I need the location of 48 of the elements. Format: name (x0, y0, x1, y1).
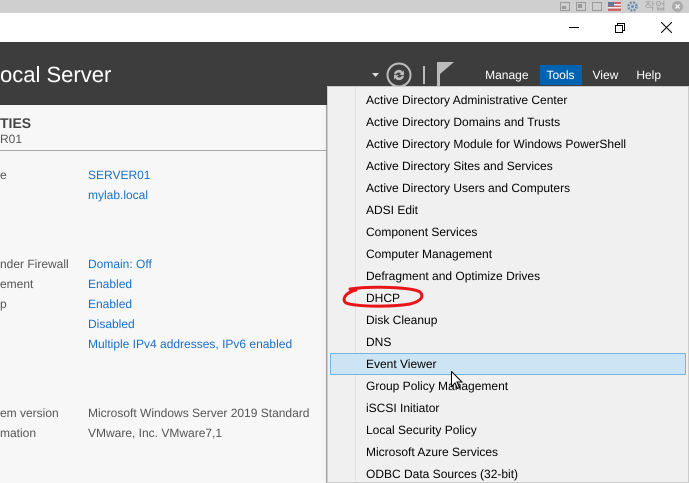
property-label: ement (0, 276, 34, 292)
restore-icon (615, 22, 625, 32)
property-value: VMware, Inc. VMware7,1 (88, 424, 222, 442)
property-value: Microsoft Windows Server 2019 Standard (88, 404, 310, 422)
property-link[interactable]: SERVER01 (88, 166, 150, 184)
section-heading: TIES (0, 114, 32, 132)
menu-item[interactable]: Local Security Policy (330, 419, 686, 441)
gear-icon[interactable] (627, 1, 638, 12)
menu-item[interactable]: Component Services (330, 221, 686, 243)
minimize-icon (569, 27, 579, 28)
server-name: R01 (0, 132, 24, 147)
property-link[interactable]: Domain: Off (88, 254, 152, 272)
property-label: em version (0, 404, 60, 422)
property-label: mation (0, 424, 38, 442)
menu-item[interactable]: Active Directory Domains and Trusts (330, 111, 686, 133)
property-label: p (0, 296, 8, 312)
flag-icon[interactable] (436, 62, 454, 88)
menu-item[interactable]: Tools (540, 64, 582, 84)
close-icon[interactable] (672, 1, 683, 12)
menu-item[interactable]: Active Directory Users and Computers (330, 177, 686, 199)
menu-item[interactable]: ODBC Data Sources (32-bit) (330, 463, 686, 483)
property-link[interactable]: Multiple IPv4 addresses, IPv6 enabled (88, 334, 292, 352)
property-link[interactable]: Enabled (88, 274, 132, 292)
menu-item[interactable]: DNS (330, 331, 686, 353)
menu-item[interactable]: iSCSI Initiator (330, 397, 686, 419)
menu-item[interactable]: View (586, 64, 626, 84)
menu-item[interactable]: ADSI Edit (330, 199, 686, 221)
menu-item[interactable]: Event Viewer (330, 353, 686, 375)
property-link[interactable]: Enabled (88, 294, 132, 312)
menu-item[interactable]: Help (629, 64, 668, 84)
menu-item[interactable]: Active Directory Module for Windows PowerShell (330, 133, 686, 155)
flag-icon[interactable] (608, 2, 621, 11)
refresh-icon[interactable] (386, 62, 412, 88)
close-icon (660, 22, 672, 33)
property-label: nder Firewall (0, 256, 70, 272)
page-title: ocal Server (0, 61, 112, 89)
menu-item[interactable]: Manage (478, 64, 536, 84)
menu-item[interactable]: DHCP (330, 287, 686, 309)
property-link[interactable]: mylab.local (88, 186, 148, 204)
menu-item[interactable]: Active Directory Sites and Services (330, 155, 686, 177)
menu-item[interactable]: Microsoft Azure Services (330, 441, 686, 463)
menu-item[interactable]: Disk Cleanup (330, 309, 686, 331)
menu-item[interactable]: Active Directory Administrative Center (330, 89, 686, 111)
menu-item[interactable]: Defragment and Optimize Drives (330, 265, 686, 287)
property-label: e (0, 166, 8, 184)
property-link[interactable]: Disabled (88, 314, 135, 332)
menu-item[interactable]: Computer Management (330, 243, 686, 265)
dropdown-caret-icon[interactable] (372, 72, 380, 76)
